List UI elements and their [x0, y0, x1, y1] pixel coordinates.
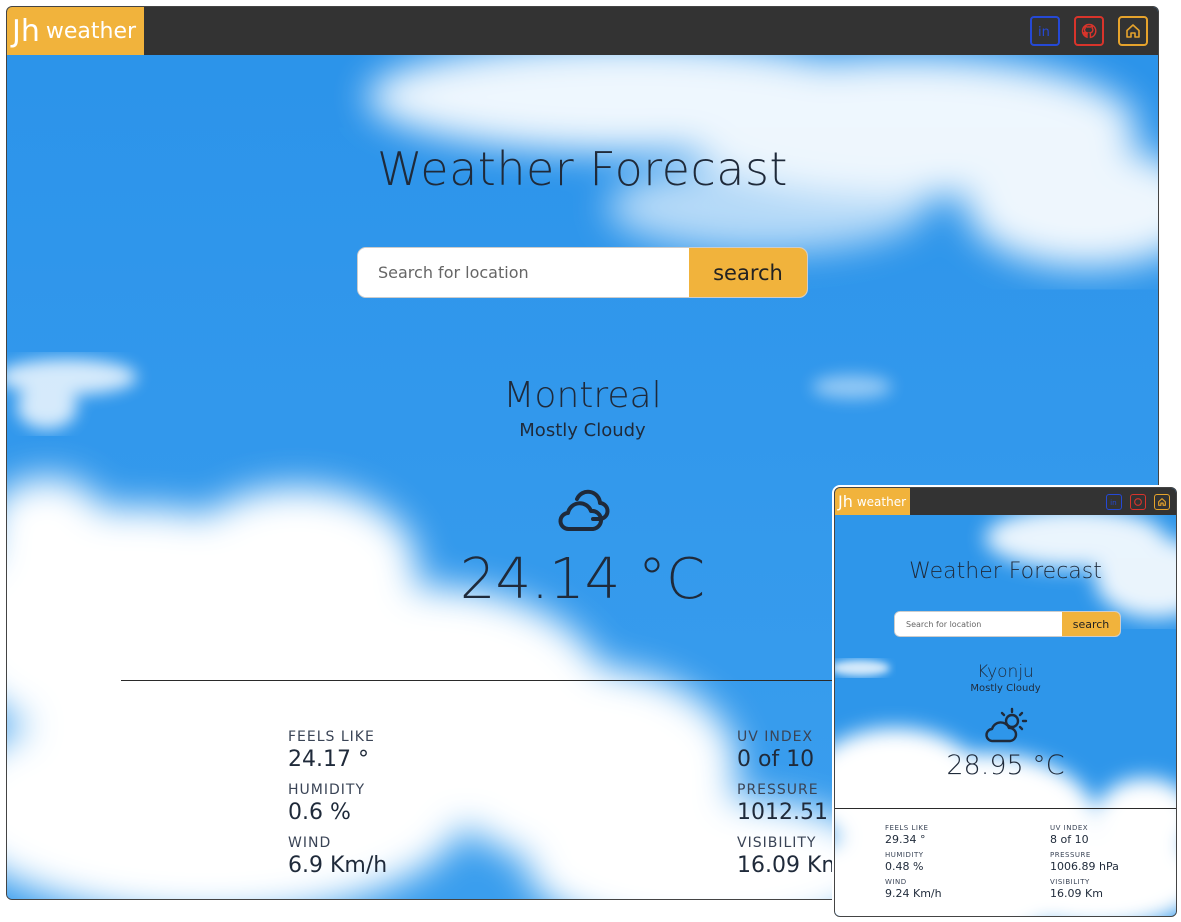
weather-condition: Mostly Cloudy — [519, 420, 646, 441]
header-icon-group: in — [1030, 7, 1158, 55]
pressure-label: PRESSURE — [1050, 851, 1091, 859]
search-input[interactable] — [358, 248, 689, 297]
linkedin-icon[interactable]: in — [1106, 493, 1122, 510]
feels-like-value: 29.34 ° — [885, 833, 926, 846]
svg-text:in: in — [1038, 25, 1050, 40]
logo-mark: Jh — [12, 13, 40, 49]
home-icon[interactable] — [1154, 493, 1170, 510]
header-icon-group-mobile: in — [1106, 488, 1176, 515]
visibility-value: 16.09 Km — [1050, 887, 1103, 900]
logo-mark-mobile: Jh — [838, 492, 853, 511]
feels-like-value: 24.17 ° — [288, 747, 369, 772]
logo-text: weather — [45, 18, 137, 44]
search-bar-mobile: search — [894, 611, 1121, 637]
search-input-mobile[interactable] — [895, 612, 1062, 636]
brand-logo-mobile[interactable]: Jh weather — [835, 488, 911, 515]
wind-value: 6.9 Km/h — [288, 853, 388, 878]
brand-logo[interactable]: Jh weather — [7, 7, 145, 55]
wind-value: 9.24 Km/h — [885, 887, 942, 900]
pressure-label: PRESSURE — [737, 782, 819, 798]
home-icon[interactable] — [1118, 16, 1148, 46]
stats-right-column: UV INDEX 0 of 10 PRESSURE 1012.51 h VISI… — [737, 729, 849, 888]
feels-like-label: FEELS LIKE — [885, 824, 929, 832]
cloudy-icon — [558, 489, 609, 531]
top-navbar-mobile: Jh weather in — [835, 488, 1176, 515]
visibility-label: VISIBILITY — [1050, 878, 1090, 886]
search-button[interactable]: search — [689, 248, 807, 297]
divider-line-mobile — [835, 808, 1176, 809]
page-title: Weather Forecast — [377, 142, 788, 196]
uv-index-value: 0 of 10 — [737, 747, 815, 772]
uv-index-value: 8 of 10 — [1050, 833, 1089, 846]
page-title-mobile: Weather Forecast — [909, 559, 1102, 584]
wind-label: WIND — [885, 878, 907, 886]
stats-left-column-mobile: FEELS LIKE 29.34 ° HUMIDITY 0.48 % WIND … — [885, 824, 942, 905]
visibility-value: 16.09 Km — [737, 853, 843, 878]
uv-index-label: UV INDEX — [737, 729, 814, 745]
stats-left-column: FEELS LIKE 24.17 ° HUMIDITY 0.6 % WIND 6… — [288, 729, 387, 888]
city-name-mobile: Kyonju — [977, 662, 1034, 682]
humidity-label: HUMIDITY — [885, 851, 924, 859]
github-icon[interactable] — [1130, 493, 1146, 510]
github-icon[interactable] — [1074, 16, 1104, 46]
humidity-value: 0.48 % — [885, 860, 924, 873]
weather-condition-mobile: Mostly Cloudy — [970, 683, 1041, 694]
search-bar: search — [357, 247, 808, 298]
visibility-label: VISIBILITY — [737, 835, 817, 851]
svg-text:in: in — [1110, 497, 1117, 506]
partly-sunny-icon — [984, 707, 1027, 743]
uv-index-label: UV INDEX — [1050, 824, 1089, 832]
search-button-mobile[interactable]: search — [1062, 612, 1120, 636]
humidity-label: HUMIDITY — [288, 782, 365, 798]
wind-label: WIND — [288, 835, 332, 851]
pressure-value: 1012.51 h — [737, 800, 849, 825]
city-name: Montreal — [503, 375, 662, 416]
logo-text-mobile: weather — [856, 494, 907, 509]
temperature-mobile: 28.95 °C — [946, 750, 1065, 781]
mobile-window: Jh weather in Weather Forecast search Ky… — [834, 487, 1177, 917]
linkedin-icon[interactable]: in — [1030, 16, 1060, 46]
top-navbar: Jh weather in — [7, 7, 1158, 55]
pressure-value: 1006.89 hPa — [1050, 860, 1119, 873]
feels-like-label: FEELS LIKE — [288, 729, 375, 745]
stats-right-column-mobile: UV INDEX 8 of 10 PRESSURE 1006.89 hPa VI… — [1050, 824, 1119, 905]
humidity-value: 0.6 % — [288, 800, 351, 825]
